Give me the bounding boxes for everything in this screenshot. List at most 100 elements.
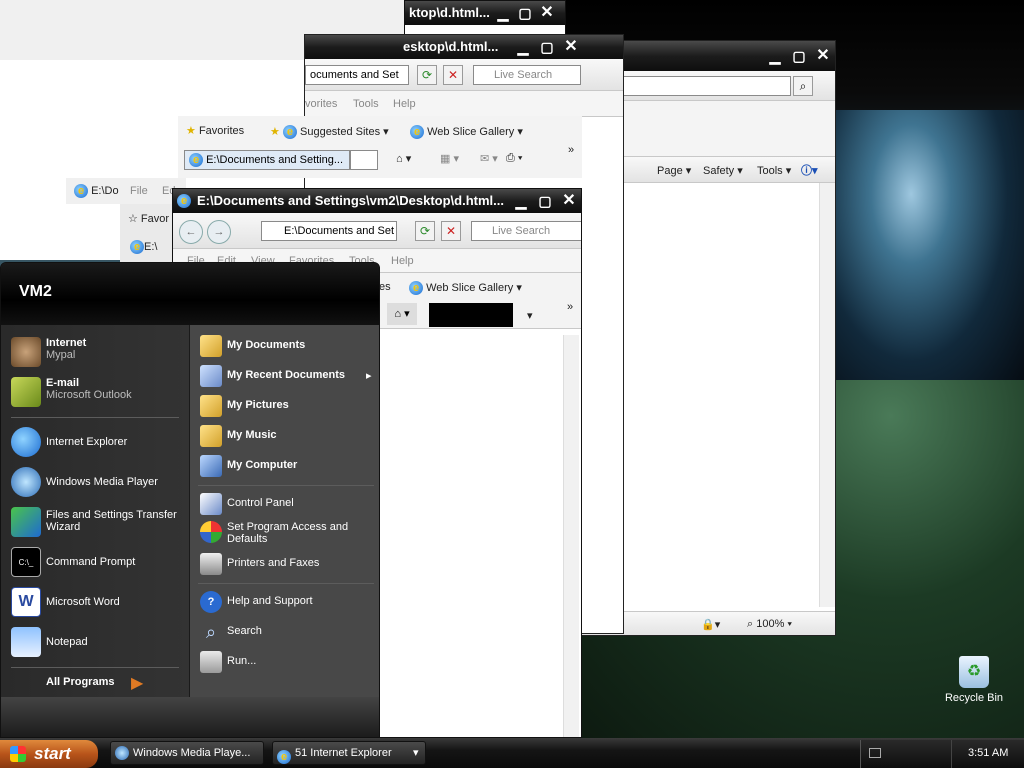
window-title: ktop\d.html... xyxy=(409,5,490,20)
my-computer[interactable]: My Computer xyxy=(196,455,376,479)
all-programs-button[interactable]: All Programs ▶ xyxy=(7,673,187,695)
minimize-button[interactable]: ▁ xyxy=(765,47,785,65)
add-favorite-icon[interactable]: ★ xyxy=(270,126,280,138)
control-panel[interactable]: Control Panel xyxy=(196,493,376,517)
menu-help[interactable]: Help xyxy=(393,98,416,110)
refresh-button[interactable]: ⟳ xyxy=(417,65,437,85)
ie-icon: e xyxy=(277,746,291,764)
back-button[interactable]: ← xyxy=(179,220,203,244)
media-player-icon xyxy=(115,746,129,760)
start-menu-right-pane: My Documents My Recent Documents ▸ My Pic… xyxy=(189,325,379,697)
close-button[interactable]: ✕ xyxy=(559,192,579,210)
search-input[interactable]: Live Search xyxy=(471,221,581,241)
new-tab-button[interactable] xyxy=(350,150,378,170)
maximize-button[interactable]: ▢ xyxy=(537,38,557,56)
background-ie-fragment[interactable]: e E:\Do File Ed xyxy=(66,178,186,204)
menu-help[interactable]: Help xyxy=(391,255,414,267)
vertical-scrollbar[interactable] xyxy=(563,335,579,737)
menu-tools[interactable]: Tools xyxy=(353,98,379,110)
maximize-button[interactable]: ▢ xyxy=(515,4,535,22)
minimize-button[interactable]: ▁ xyxy=(511,192,531,210)
suggested-partial[interactable]: es xyxy=(379,281,391,293)
taskbar-wmp[interactable]: Windows Media Playe... xyxy=(110,741,264,765)
help-icon: ? xyxy=(200,591,222,613)
suggested-sites[interactable]: Suggested Sites xyxy=(300,126,380,138)
transfer-wizard-icon xyxy=(11,507,41,537)
search-input[interactable]: Live Search xyxy=(473,65,581,85)
start-menu: VM2 Internet Mypal E-mail Microsoft Outloo… xyxy=(0,262,380,738)
stop-button[interactable]: ✕ xyxy=(443,65,463,85)
recycle-bin[interactable]: ♻ Recycle Bin xyxy=(944,656,1004,704)
print-icon[interactable]: ⎙ ▾ xyxy=(506,152,522,165)
web-slice-gallery[interactable]: Web Slice Gallery xyxy=(427,126,514,138)
recent-command-prompt[interactable]: C:\_ Command Prompt xyxy=(7,547,187,581)
printers-and-faxes[interactable]: Printers and Faxes xyxy=(196,553,376,577)
my-documents[interactable]: My Documents xyxy=(196,335,376,359)
home-icon[interactable]: ⌂ ▾ xyxy=(396,152,411,165)
pinned-title: Internet xyxy=(46,337,87,349)
tools-menu[interactable]: Tools xyxy=(757,165,783,177)
recent-docs-icon xyxy=(200,365,222,387)
maximize-button[interactable]: ▢ xyxy=(535,192,555,210)
search-button[interactable]: ⌕ xyxy=(793,76,813,96)
maximize-button[interactable]: ▢ xyxy=(789,47,809,65)
recent-notepad[interactable]: Notepad xyxy=(7,627,187,661)
tray-divider xyxy=(951,740,952,768)
address-bar-row: ocuments and Set ⟳ ✕ Live Search xyxy=(305,59,623,91)
ie-window-back[interactable]: ktop\d.html... ▁ ▢ ✕ xyxy=(404,0,566,36)
close-button[interactable]: ✕ xyxy=(813,47,833,65)
help-icon[interactable]: ⓘ▾ xyxy=(801,162,818,178)
home-icon[interactable]: ⌂ ▾ xyxy=(387,303,417,325)
run[interactable]: Run... xyxy=(196,651,376,675)
my-recent-documents[interactable]: My Recent Documents ▸ xyxy=(196,365,376,389)
address-field[interactable]: ocuments and Set xyxy=(305,65,409,85)
safety-menu[interactable]: Safety xyxy=(703,165,734,177)
minimize-button[interactable]: ▁ xyxy=(493,4,513,22)
favorites-button[interactable]: Favorites xyxy=(199,125,244,137)
wallpaper-sky xyxy=(836,110,1024,390)
background-ie-fragment-2[interactable]: ☆ Favor e E:\ xyxy=(120,204,180,262)
vertical-scrollbar[interactable] xyxy=(819,183,835,607)
more-tools-chevron[interactable]: » xyxy=(568,144,574,156)
search[interactable]: ⌕ Search xyxy=(196,621,376,645)
pinned-email[interactable]: E-mail Microsoft Outlook xyxy=(7,377,187,411)
tab-label: E:\Do xyxy=(91,184,119,197)
zoom-level[interactable]: 100% xyxy=(756,618,784,630)
recent-microsoft-word[interactable]: W Microsoft Word xyxy=(7,587,187,621)
menu-file[interactable]: File xyxy=(130,185,148,197)
music-folder-icon xyxy=(200,425,222,447)
security-icon[interactable]: 🔒▾ xyxy=(701,618,720,631)
stop-button[interactable]: ✕ xyxy=(441,221,461,241)
refresh-button[interactable]: ⟳ xyxy=(415,221,435,241)
minimize-button[interactable]: ▁ xyxy=(513,38,533,56)
browser-tab[interactable]: e E:\Documents and Setting... xyxy=(184,150,350,170)
recent-files-settings-transfer[interactable]: Files and Settings Transfer Wizard xyxy=(7,507,187,541)
taskbar-ie-group[interactable]: e 51 Internet Explorer ▾ xyxy=(272,741,426,765)
computer-icon xyxy=(200,455,222,477)
recent-internet-explorer[interactable]: Internet Explorer xyxy=(7,427,187,461)
set-program-access[interactable]: Set Program Access and Defaults xyxy=(196,521,376,551)
address-field[interactable] xyxy=(611,76,791,96)
web-slice-gallery[interactable]: Web Slice Gallery xyxy=(426,282,513,294)
forward-button[interactable]: → xyxy=(207,220,231,244)
feeds-icon[interactable]: ▦ ▾ xyxy=(440,152,459,165)
help-and-support[interactable]: ? Help and Support xyxy=(196,591,376,615)
windows-logo-icon xyxy=(10,746,26,762)
menu-favorites[interactable]: vorites xyxy=(305,98,337,110)
keyboard-icon[interactable] xyxy=(869,748,881,758)
my-music[interactable]: My Music xyxy=(196,425,376,449)
pinned-internet[interactable]: Internet Mypal xyxy=(7,337,187,371)
my-pictures[interactable]: My Pictures xyxy=(196,395,376,419)
run-icon xyxy=(200,651,222,673)
item-label: My Computer xyxy=(227,459,298,471)
page-menu-label[interactable]: Page xyxy=(657,165,683,177)
more-tools-chevron[interactable]: » xyxy=(567,301,573,313)
close-button[interactable]: ✕ xyxy=(561,38,581,56)
close-button[interactable]: ✕ xyxy=(537,4,557,22)
clock[interactable]: 3:51 AM xyxy=(968,747,1008,759)
print-icon[interactable]: ▾ xyxy=(527,309,533,322)
address-field[interactable]: E:\Documents and Set xyxy=(261,221,397,241)
recent-windows-media-player[interactable]: Windows Media Player xyxy=(7,467,187,501)
start-button[interactable]: start xyxy=(0,740,98,768)
mail-icon[interactable]: ✉ ▾ xyxy=(480,152,498,165)
